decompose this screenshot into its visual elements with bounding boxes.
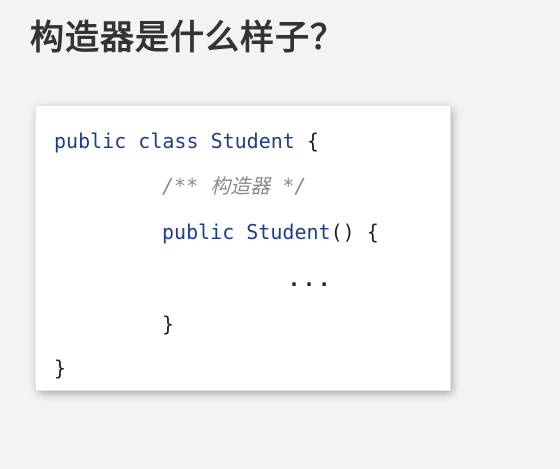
code-line-class-declaration: public class Student { — [54, 128, 319, 154]
doc-comment: /** 构造器 */ — [162, 174, 307, 198]
code-block: public class Student { /** 构造器 */ public… — [36, 106, 450, 390]
code-line-constructor-close: } — [162, 311, 174, 337]
keyword-class: class — [138, 129, 199, 153]
code-line-body: ... — [288, 266, 333, 292]
keyword-public: public — [54, 129, 127, 153]
code-line-class-close: } — [54, 355, 66, 381]
slide-title: 构造器是什么样子？ — [30, 18, 345, 58]
code-line-comment: /** 构造器 */ — [162, 173, 306, 199]
keyword-public: public — [162, 220, 235, 244]
open-brace: { — [366, 220, 379, 244]
close-brace: } — [162, 312, 175, 336]
ellipsis: ... — [288, 267, 334, 291]
constructor-name: Student — [246, 220, 331, 244]
close-brace: } — [54, 356, 67, 380]
code-line-constructor-signature: public Student() { — [162, 219, 379, 245]
open-brace: { — [306, 129, 319, 153]
parentheses: () — [330, 220, 355, 244]
class-name: Student — [210, 129, 295, 153]
